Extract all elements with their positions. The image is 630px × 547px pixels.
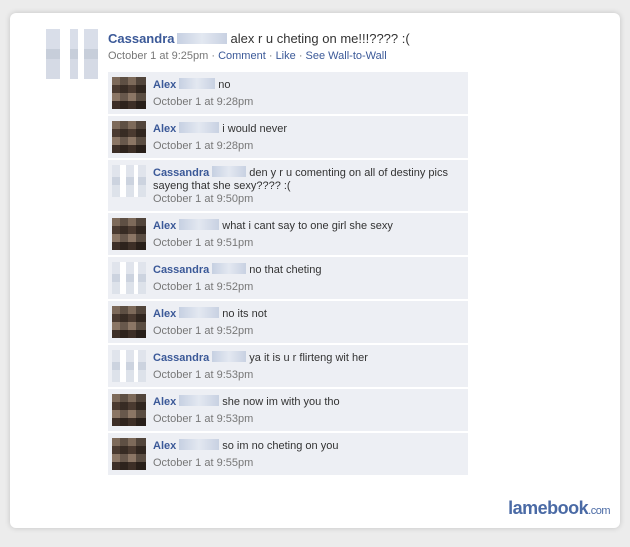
comment-timestamp: October 1 at 9:53pm [153,413,254,425]
comment-timestamp: October 1 at 9:52pm [153,325,254,337]
commenter-avatar[interactable] [112,350,146,382]
commenter-avatar[interactable] [112,438,146,470]
commenter-name[interactable]: Alex [153,396,176,408]
comment-text: what i cant say to one girl she sexy [222,220,393,232]
redacted-surname [179,307,220,318]
comment-timestamp: October 1 at 9:52pm [153,281,254,293]
comment-timestamp: October 1 at 9:28pm [153,96,254,108]
commenter-avatar[interactable] [112,218,146,250]
redacted-surname [212,166,247,177]
lamebook-watermark: lamebook.com [508,498,610,519]
comment-link[interactable]: Comment [218,50,266,62]
comment-item: Alex so im no cheting on you October 1 at… [108,433,468,475]
commenter-avatar[interactable] [112,306,146,338]
comment-item: Alex no its not October 1 at 9:52pm [108,301,468,343]
comment-timestamp: October 1 at 9:55pm [153,457,254,469]
comment-timestamp: October 1 at 9:51pm [153,237,254,249]
comment-item: Cassandra no that cheting October 1 at 9:… [108,257,468,299]
separator: · [268,50,273,62]
comment-item: Cassandra den y r u comenting on all of d… [108,160,468,211]
commenter-name[interactable]: Alex [153,440,176,452]
like-link[interactable]: Like [276,50,296,62]
watermark-brand: lamebook [508,498,589,518]
commenter-avatar[interactable] [112,262,146,294]
separator: · [298,50,303,62]
post-author-link[interactable]: Cassandra [108,31,174,46]
comment-text: i would never [222,123,288,135]
comment-text: ya it is u r flirteng wit her [249,352,368,364]
post-timestamp[interactable]: October 1 at 9:25pm [108,50,208,62]
comment-timestamp: October 1 at 9:53pm [153,369,254,381]
comment-timestamp: October 1 at 9:28pm [153,140,254,152]
commenter-avatar[interactable] [112,77,146,109]
comment-timestamp: October 1 at 9:50pm [153,193,254,205]
redacted-surname [177,33,228,44]
comment-item: Cassandra ya it is u r flirteng wit her O… [108,345,468,387]
commenter-name[interactable]: Cassandra [153,352,209,364]
commenter-name[interactable]: Alex [153,308,176,320]
redacted-surname [179,395,220,406]
comment-text: no [218,79,231,91]
commenter-avatar[interactable] [112,165,146,197]
redacted-surname [179,78,216,89]
commenter-name[interactable]: Alex [153,220,176,232]
comment-item: Alex she now im with you tho October 1 at… [108,389,468,431]
commenter-name[interactable]: Cassandra [153,167,209,179]
post-meta: October 1 at 9:25pm · Comment · Like · S… [108,50,387,62]
comment-item: Alex what i cant say to one girl she sexy… [108,213,468,255]
comment-item: Alex no October 1 at 9:28pm [108,72,468,114]
redacted-surname [179,122,220,133]
comment-text: she now im with you tho [222,396,340,408]
redacted-surname [212,263,247,274]
comment-item: Alex i would never October 1 at 9:28pm [108,116,468,158]
commenter-avatar[interactable] [112,121,146,153]
post-text: alex r u cheting on me!!!???? :( [230,31,410,46]
watermark-suffix: .com [588,505,610,517]
redacted-surname [179,219,220,230]
separator: · [211,50,216,62]
commenter-name[interactable]: Alex [153,123,176,135]
commenter-avatar[interactable] [112,394,146,426]
comment-text: no that cheting [249,264,322,276]
wall-to-wall-link[interactable]: See Wall-to-Wall [306,50,387,62]
commenter-name[interactable]: Alex [153,79,176,91]
profile-picture[interactable] [46,29,98,79]
post-header: Cassandra alex r u cheting on me!!!???? :… [108,31,410,46]
comment-text: no its not [222,308,267,320]
redacted-surname [212,351,247,362]
comment-text: so im no cheting on you [222,440,339,452]
redacted-surname [179,439,220,450]
comment-list: Alex no October 1 at 9:28pm Alex i would n… [108,72,468,477]
commenter-name[interactable]: Cassandra [153,264,209,276]
